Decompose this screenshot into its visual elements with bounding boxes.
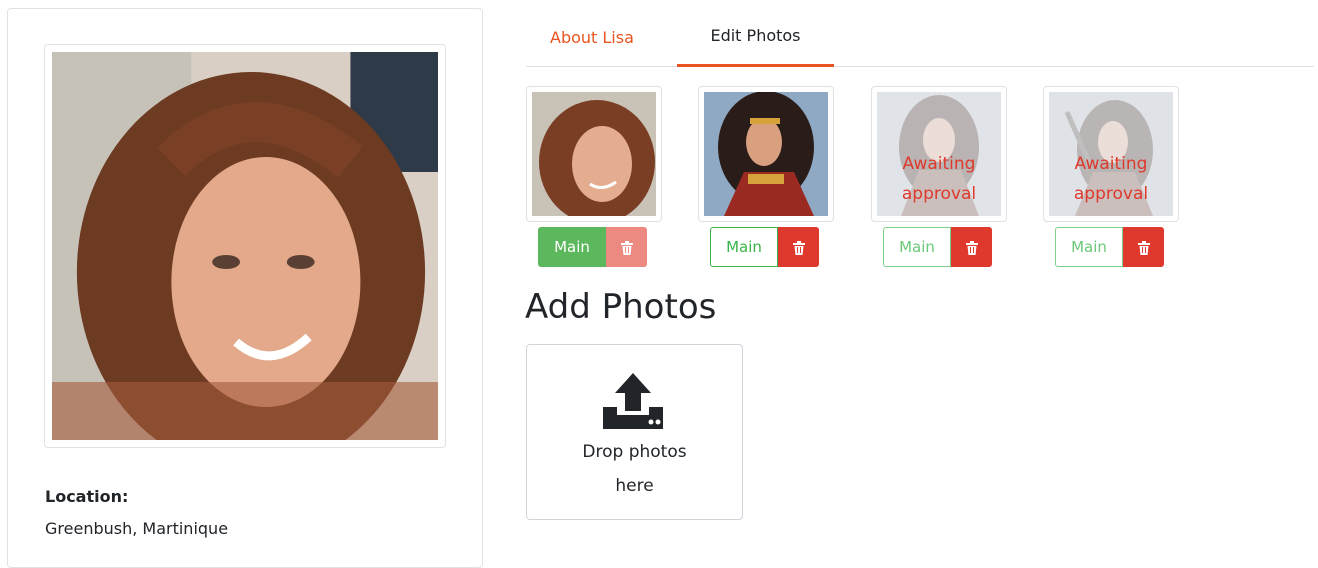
photo-image	[532, 92, 656, 224]
photo-item: Main	[526, 86, 662, 267]
photo-dropzone[interactable]: Drop photos here	[526, 344, 743, 520]
delete-photo-button[interactable]	[778, 227, 819, 267]
photo-item: Main	[698, 86, 834, 267]
photo-thumbnail[interactable]	[698, 86, 834, 222]
upload-icon	[603, 373, 663, 429]
trash-icon	[965, 240, 978, 255]
tab-edit-photos[interactable]: Edit Photos	[677, 0, 834, 67]
profile-photo-image	[52, 52, 438, 472]
photo-thumbnail[interactable]	[526, 86, 662, 224]
delete-photo-button[interactable]	[606, 227, 647, 267]
location-value: Greenbush, Martinique	[45, 519, 229, 538]
tab-about[interactable]: About Lisa	[550, 0, 634, 66]
trash-icon	[620, 240, 633, 255]
photo-thumbnail[interactable]: Awaiting approval	[871, 86, 1007, 222]
awaiting-approval-text: Awaiting approval	[901, 154, 977, 204]
delete-photo-button[interactable]	[951, 227, 992, 267]
dropzone-text: Drop photos here	[582, 442, 687, 496]
main-profile-photo	[44, 44, 446, 472]
photo-item: Awaiting approval Main	[871, 86, 1007, 267]
set-main-button[interactable]: Main	[710, 227, 778, 267]
set-main-button[interactable]: Main	[883, 227, 951, 267]
location-label: Location:	[45, 487, 129, 506]
trash-icon	[1137, 240, 1150, 255]
trash-icon	[792, 240, 805, 255]
photo-image	[704, 91, 828, 216]
photo-item: Awaiting approval Main	[1043, 86, 1179, 267]
delete-photo-button[interactable]	[1123, 227, 1164, 267]
add-photos-heading: Add Photos	[525, 287, 717, 327]
set-main-button[interactable]: Main	[538, 227, 606, 267]
tab-edit-photos-label: Edit Photos	[710, 26, 801, 45]
profile-card: Location: Greenbush, Martinique	[7, 8, 483, 568]
profile-tabs: About Lisa Edit Photos	[526, 0, 1314, 67]
photo-thumbnail[interactable]: Awaiting approval	[1043, 86, 1179, 222]
set-main-button[interactable]: Main	[1055, 227, 1123, 267]
awaiting-approval-text: Awaiting approval	[1073, 154, 1149, 204]
